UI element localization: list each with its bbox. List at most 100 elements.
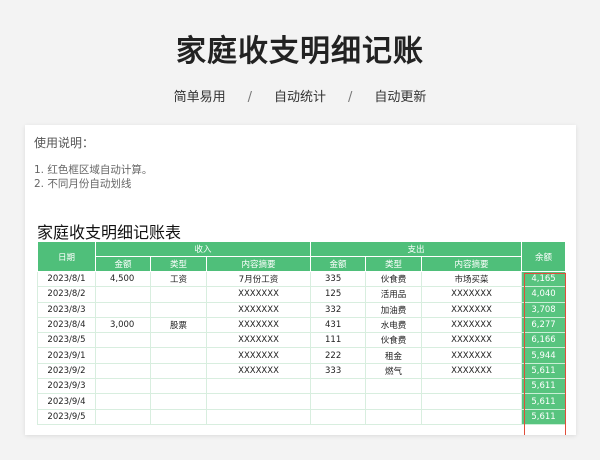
balance-cell[interactable]: 3,708	[521, 301, 567, 318]
date-cell[interactable]: 2023/9/4	[37, 393, 96, 410]
expense-type-cell[interactable]: 活用品	[365, 286, 423, 303]
expense-summary-cell[interactable]: XXXXXXX	[421, 286, 523, 303]
income-amount-cell[interactable]: 3,000	[95, 316, 151, 334]
income-amount-cell[interactable]	[95, 378, 151, 395]
table-row: 2023/8/5 XXXXXXX 111 伙食费 XXXXXXX 6,166	[37, 332, 567, 349]
income-amount-cell[interactable]	[95, 301, 151, 318]
income-amount-cell[interactable]	[95, 347, 151, 364]
expense-type-cell[interactable]: 水电费	[365, 316, 423, 334]
expense-amount-cell[interactable]	[310, 378, 367, 395]
income-summary-cell[interactable]: XXXXXXX	[205, 301, 312, 318]
income-type-cell[interactable]: 工资	[150, 270, 207, 288]
balance-header: 余额	[521, 241, 567, 272]
expense-type-cell[interactable]	[365, 408, 423, 425]
income-amount-cell[interactable]	[95, 332, 151, 349]
expense-summary-cell[interactable]	[421, 393, 523, 410]
income-type-cell[interactable]	[150, 362, 207, 380]
usage-title: 使用说明：	[34, 136, 95, 150]
income-type-cell[interactable]	[150, 347, 207, 364]
usage-line: 2. 不同月份自动划线	[34, 178, 132, 190]
date-cell[interactable]: 2023/9/5	[37, 408, 96, 425]
date-cell[interactable]: 2023/8/3	[37, 301, 96, 318]
ledger-body: 2023/8/1 4,500 工资 7月份工资 335 伙食费 市场买菜 4,165 2023/…	[37, 270, 567, 425]
income-amount-header: 金额	[95, 256, 151, 272]
income-summary-cell[interactable]: XXXXXXX	[205, 347, 312, 364]
table-row: 2023/8/4 3,000 股票 XXXXXXX 431 水电费 XXXXXXX 6,277	[37, 316, 567, 334]
income-type-cell[interactable]	[150, 378, 207, 395]
expense-type-cell[interactable]	[365, 393, 423, 410]
expense-amount-cell[interactable]: 111	[310, 332, 367, 349]
income-amount-cell[interactable]	[95, 393, 151, 410]
expense-type-cell[interactable]: 燃气	[365, 362, 423, 380]
expense-amount-cell[interactable]: 222	[310, 347, 367, 364]
expense-header: 支出	[310, 241, 523, 257]
income-summary-cell[interactable]	[205, 393, 312, 410]
income-summary-cell[interactable]: XXXXXXX	[205, 316, 312, 334]
income-amount-cell[interactable]	[95, 362, 151, 380]
tag-separator: /	[247, 90, 252, 105]
expense-summary-cell[interactable]: XXXXXXX	[421, 301, 523, 318]
expense-summary-cell[interactable]: XXXXXXX	[421, 347, 523, 364]
balance-cell[interactable]: 5,611	[521, 393, 567, 410]
expense-amount-cell[interactable]: 335	[310, 270, 367, 288]
income-summary-cell[interactable]: XXXXXXX	[205, 286, 312, 303]
expense-type-cell[interactable]: 租金	[365, 347, 423, 364]
table-row: 2023/9/3 5,611	[37, 378, 567, 395]
income-summary-cell[interactable]: 7月份工资	[205, 270, 312, 288]
income-type-cell[interactable]	[150, 301, 207, 318]
table-row: 2023/8/2 XXXXXXX 125 活用品 XXXXXXX 4,040	[37, 286, 567, 303]
income-summary-cell[interactable]	[205, 408, 312, 425]
expense-type-cell[interactable]: 伙食费	[365, 270, 423, 288]
income-summary-cell[interactable]: XXXXXXX	[205, 362, 312, 380]
expense-amount-cell[interactable]: 125	[310, 286, 367, 303]
balance-cell[interactable]: 5,944	[521, 347, 567, 364]
balance-cell[interactable]: 6,277	[521, 316, 567, 334]
expense-amount-cell[interactable]: 431	[310, 316, 367, 334]
income-type-cell[interactable]	[150, 408, 207, 425]
table-row: 2023/8/3 XXXXXXX 332 加油费 XXXXXXX 3,708	[37, 301, 567, 318]
date-cell[interactable]: 2023/9/2	[37, 362, 96, 380]
balance-cell[interactable]: 5,611	[521, 362, 567, 380]
usage-line: 1. 红色框区域自动计算。	[34, 164, 153, 176]
expense-summary-cell[interactable]	[421, 408, 523, 425]
expense-summary-header: 内容摘要	[421, 256, 523, 272]
income-type-cell[interactable]	[150, 393, 207, 410]
date-cell[interactable]: 2023/9/3	[37, 378, 96, 395]
balance-cell[interactable]: 5,611	[521, 408, 567, 425]
feature-tags: 简单易用 / 自动统计 / 自动更新	[0, 86, 600, 105]
balance-cell[interactable]: 4,040	[521, 286, 567, 303]
income-type-header: 类型	[150, 256, 207, 272]
expense-summary-cell[interactable]: 市场买菜	[421, 270, 523, 288]
income-amount-cell[interactable]: 4,500	[95, 270, 151, 288]
expense-type-cell[interactable]: 加油费	[365, 301, 423, 318]
expense-amount-cell[interactable]: 333	[310, 362, 367, 380]
expense-summary-cell[interactable]: XXXXXXX	[421, 332, 523, 349]
expense-type-cell[interactable]	[365, 378, 423, 395]
expense-summary-cell[interactable]: XXXXXXX	[421, 316, 523, 334]
income-type-cell[interactable]: 股票	[150, 316, 207, 334]
date-cell[interactable]: 2023/8/5	[37, 332, 96, 349]
income-summary-cell[interactable]	[205, 378, 312, 395]
expense-amount-cell[interactable]: 332	[310, 301, 367, 318]
income-type-cell[interactable]	[150, 332, 207, 349]
expense-summary-cell[interactable]: XXXXXXX	[421, 362, 523, 380]
date-cell[interactable]: 2023/8/2	[37, 286, 96, 303]
balance-cell[interactable]: 5,611	[521, 378, 567, 395]
spreadsheet-card: 使用说明： 1. 红色框区域自动计算。 2. 不同月份自动划线 家庭收支明细记账…	[25, 125, 576, 435]
balance-cell[interactable]: 6,166	[521, 332, 567, 349]
feature-tag: 简单易用	[173, 90, 226, 105]
expense-type-cell[interactable]: 伙食费	[365, 332, 423, 349]
balance-cell[interactable]: 4,165	[521, 270, 567, 288]
date-cell[interactable]: 2023/9/1	[37, 347, 96, 364]
expense-summary-cell[interactable]	[421, 378, 523, 395]
page-title: 家庭收支明细记账	[176, 34, 424, 69]
income-summary-cell[interactable]: XXXXXXX	[205, 332, 312, 349]
income-type-cell[interactable]	[150, 286, 207, 303]
income-amount-cell[interactable]	[95, 286, 151, 303]
income-amount-cell[interactable]	[95, 408, 151, 425]
expense-amount-cell[interactable]	[310, 393, 367, 410]
income-summary-header: 内容摘要	[205, 256, 312, 272]
expense-amount-cell[interactable]	[310, 408, 367, 425]
date-cell[interactable]: 2023/8/1	[37, 270, 96, 288]
date-cell[interactable]: 2023/8/4	[37, 316, 96, 334]
